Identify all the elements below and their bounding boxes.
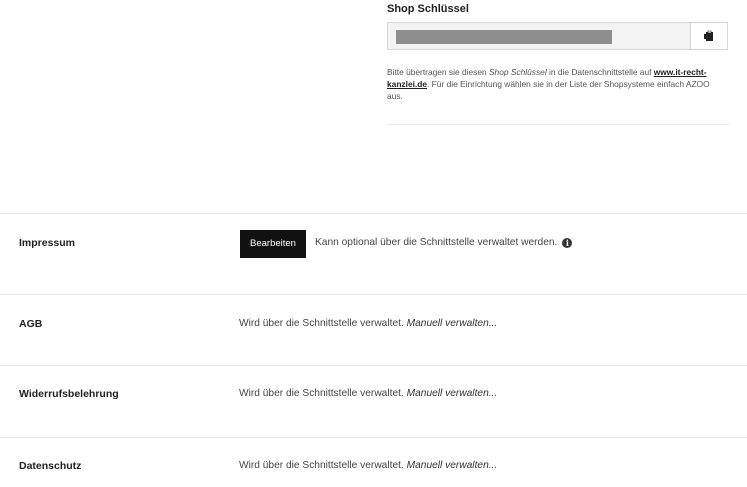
legal-texts-settings: Shop Schlüssel Bitte übertragen sie dies… — [0, 0, 747, 487]
row-title-agb: AGB — [19, 318, 43, 330]
manage-manually-widerruf-link[interactable]: Manuell verwalten... — [407, 388, 498, 399]
edit-impressum-button[interactable]: Bearbeiten — [240, 230, 306, 258]
section-divider — [387, 124, 730, 125]
row-desc-datenschutz: Wird über die Schnittstelle verwaltet. M… — [239, 460, 498, 471]
copy-key-button[interactable] — [690, 23, 727, 49]
row-divider — [0, 437, 747, 438]
row-desc-agb: Wird über die Schnittstelle verwaltet. M… — [239, 318, 498, 329]
shop-key-label: Shop Schlüssel — [387, 3, 469, 15]
row-title-datenschutz: Datenschutz — [19, 460, 82, 472]
row-title-widerrufsbelehrung: Widerrufsbelehrung — [19, 388, 119, 400]
row-divider — [0, 213, 747, 214]
shop-key-field[interactable] — [387, 22, 728, 50]
row-divider — [0, 365, 747, 366]
row-divider — [0, 294, 747, 295]
row-title-impressum: Impressum — [19, 237, 76, 249]
row-desc-widerrufsbelehrung: Wird über die Schnittstelle verwaltet. M… — [239, 388, 498, 399]
shop-key-value-masked[interactable] — [396, 30, 612, 44]
info-icon[interactable]: i — [562, 237, 573, 248]
shop-key-help-text: Bitte übertragen sie diesen Shop Schlüss… — [387, 67, 710, 101]
manage-manually-agb-link[interactable]: Manuell verwalten... — [407, 318, 498, 329]
manage-manually-datenschutz-link[interactable]: Manuell verwalten... — [407, 460, 498, 471]
shop-key-emphasis: Shop Schlüssel — [488, 67, 547, 77]
clipboard-icon — [704, 30, 713, 41]
impressum-note: Kann optional über die Schnittstelle ver… — [315, 237, 573, 248]
